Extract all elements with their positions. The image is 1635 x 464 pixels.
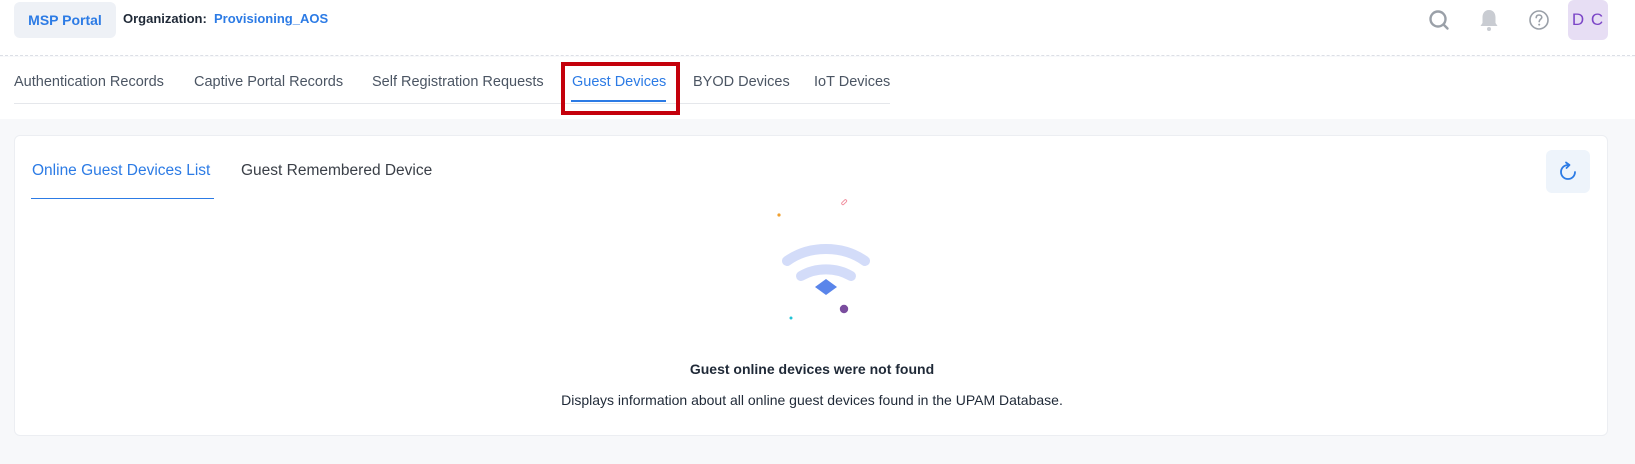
refresh-icon: [1560, 161, 1576, 180]
organization-label: Organization:: [123, 11, 207, 26]
organization-selector[interactable]: Provisioning_AOS: [214, 11, 328, 26]
msp-portal-button[interactable]: MSP Portal: [14, 2, 116, 38]
search-icon[interactable]: [1426, 7, 1452, 33]
active-subtab-indicator: [31, 198, 214, 199]
guest-devices-panel: Online Guest Devices List Guest Remember…: [14, 135, 1608, 436]
tab-captive-portal-records[interactable]: Captive Portal Records: [194, 74, 343, 90]
help-icon[interactable]: [1526, 7, 1552, 33]
refresh-button[interactable]: [1546, 150, 1590, 193]
empty-state-title: Guest online devices were not found: [689, 361, 935, 377]
tab-self-registration-requests[interactable]: Self Registration Requests: [372, 74, 544, 90]
tab-iot-devices[interactable]: IoT Devices: [814, 74, 890, 90]
tab-authentication-records[interactable]: Authentication Records: [14, 74, 164, 90]
tab-byod-devices[interactable]: BYOD Devices: [693, 74, 790, 90]
module-nav: Authentication Records Captive Portal Re…: [0, 57, 1635, 119]
nav-tab-list: Authentication Records Captive Portal Re…: [14, 57, 890, 104]
subtab-online-guest-devices[interactable]: Online Guest Devices List: [32, 162, 210, 180]
subtab-guest-remembered-device[interactable]: Guest Remembered Device: [241, 162, 432, 180]
top-bar: MSP Portal Organization: Provisioning_AO…: [0, 0, 1635, 56]
user-avatar[interactable]: D C: [1568, 0, 1608, 40]
wifi-icon: [777, 199, 870, 320]
empty-state-description: Displays information about all online gu…: [561, 392, 1063, 408]
bell-icon[interactable]: [1476, 7, 1502, 33]
guest-devices-highlight: [561, 62, 680, 115]
